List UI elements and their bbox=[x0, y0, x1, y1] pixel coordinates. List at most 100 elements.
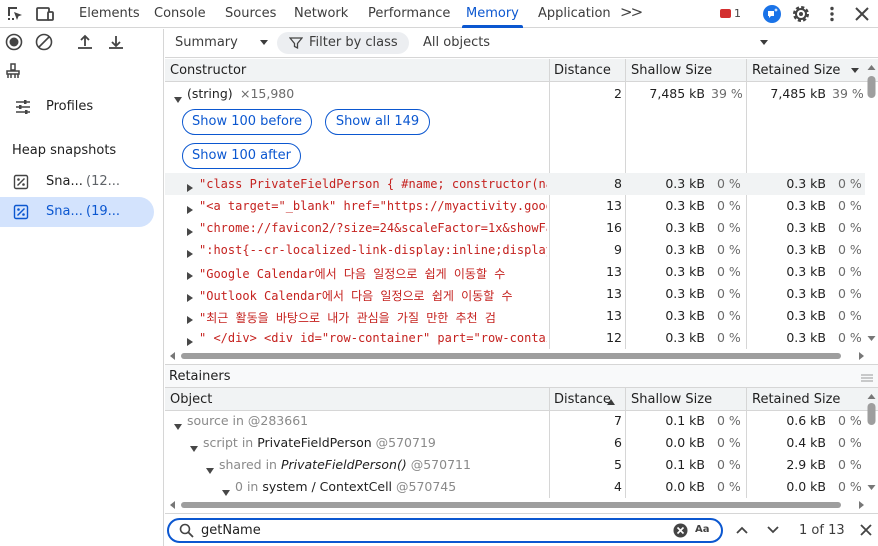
table-row[interactable]: "Outlook Calendar에서 다음 일정으로 쉽게 이동할 수 13 0.… bbox=[165, 283, 865, 305]
constructor-grid: Constructor Distance Shallow Size Retain… bbox=[165, 59, 878, 364]
retained-size-percent: 39 % bbox=[832, 86, 864, 101]
col-retained-size[interactable]: Retained Size bbox=[752, 392, 840, 407]
view-select-chevron-icon[interactable] bbox=[260, 40, 268, 45]
tab-sources[interactable]: Sources bbox=[225, 0, 276, 28]
snapshot-item-1[interactable]: Sna... (12... bbox=[0, 167, 154, 197]
col-object[interactable]: Object bbox=[170, 392, 212, 407]
retained-size-value: 0.6 kB bbox=[786, 413, 826, 428]
tab-network[interactable]: Network bbox=[294, 0, 348, 28]
retainer-in: in bbox=[241, 435, 254, 450]
constructor-grid-header: Constructor Distance Shallow Size Retain… bbox=[165, 59, 878, 82]
collapsed-triangle-icon[interactable] bbox=[187, 290, 193, 305]
show-all-button[interactable]: Show all 149 bbox=[325, 109, 430, 135]
show-100-after-button[interactable]: Show 100 after bbox=[182, 143, 301, 169]
table-row[interactable]: " </div> <div id="row-container" part="r… bbox=[165, 327, 865, 349]
more-options-icon[interactable] bbox=[822, 4, 842, 24]
clear-search-icon[interactable] bbox=[673, 523, 688, 541]
collect-garbage-icon[interactable] bbox=[4, 62, 22, 80]
snapshot-item-2[interactable]: Sna... (19... bbox=[0, 197, 154, 227]
collapsed-triangle-icon[interactable] bbox=[187, 334, 193, 349]
expanded-triangle-icon[interactable] bbox=[174, 418, 182, 433]
table-row[interactable]: "<a target="_blank" href="https://myacti… bbox=[165, 195, 865, 217]
expanded-triangle-icon[interactable] bbox=[222, 484, 230, 499]
panel-resize-handle-icon[interactable] bbox=[861, 371, 873, 386]
retainer-row[interactable]: 0 in system / ContextCell @570745 4 0.0 kB… bbox=[165, 476, 865, 498]
collapsed-triangle-icon[interactable] bbox=[187, 180, 193, 195]
tab-console[interactable]: Console bbox=[154, 0, 206, 28]
collapsed-triangle-icon[interactable] bbox=[187, 202, 193, 217]
tab-application[interactable]: Application bbox=[538, 0, 611, 28]
object-scope-select[interactable]: All objects bbox=[423, 35, 490, 50]
heap-snapshot-icon bbox=[12, 203, 30, 221]
clear-profiles-icon[interactable] bbox=[35, 33, 53, 51]
table-row[interactable]: "class PrivateFieldPerson { #name; const… bbox=[165, 173, 865, 195]
profiles-section[interactable]: Profiles bbox=[14, 95, 154, 119]
retained-size-percent: 0 % bbox=[838, 176, 862, 191]
error-count-badge[interactable]: 1 bbox=[720, 7, 741, 20]
table-row[interactable]: "chrome://favicon2/?size=24&scaleFactor=… bbox=[165, 217, 865, 239]
retainers-horizontal-scrollbar[interactable] bbox=[169, 498, 865, 509]
table-row[interactable]: "최근 활동을 바탕으로 내가 관심을 가질 만한 추천 검 13 0.3 kB 0 … bbox=[165, 305, 865, 327]
device-toolbar-icon[interactable] bbox=[35, 4, 55, 24]
retainers-title: Retainers bbox=[169, 369, 231, 384]
string-value: "<a target="_blank" href="https://myacti… bbox=[199, 199, 547, 213]
load-profile-icon[interactable] bbox=[76, 33, 94, 51]
string-value: "최근 활동을 바탕으로 내가 관심을 가질 만한 추천 검 bbox=[199, 311, 496, 325]
col-shallow-size[interactable]: Shallow Size bbox=[631, 63, 712, 78]
retainer-row[interactable]: shared in PrivateFieldPerson() @570711 5 0… bbox=[165, 454, 865, 476]
close-devtools-icon[interactable] bbox=[852, 4, 872, 24]
expanded-triangle-icon[interactable] bbox=[190, 440, 198, 455]
tab-elements[interactable]: Elements bbox=[79, 0, 140, 28]
retained-size-percent: 0 % bbox=[838, 413, 862, 428]
retained-size-percent: 0 % bbox=[838, 308, 862, 323]
collapsed-triangle-icon[interactable] bbox=[187, 246, 193, 261]
match-case-button[interactable]: Aa bbox=[695, 524, 710, 535]
col-retained-size[interactable]: Retained Size bbox=[752, 63, 840, 78]
more-tabs-chevron-icon[interactable]: >> bbox=[620, 3, 643, 21]
object-scope-chevron-icon[interactable] bbox=[760, 40, 768, 45]
col-distance[interactable]: Distance bbox=[554, 392, 611, 407]
show-100-before-button[interactable]: Show 100 before bbox=[182, 109, 312, 135]
collapsed-triangle-icon[interactable] bbox=[187, 268, 193, 283]
expanded-triangle-icon[interactable] bbox=[174, 91, 182, 106]
table-row[interactable]: "Google Calendar에서 다음 일정으로 쉽게 이동할 수 13 0.3… bbox=[165, 261, 865, 283]
shallow-size-percent: 0 % bbox=[717, 242, 741, 257]
class-filter-input[interactable]: Filter by class bbox=[277, 32, 409, 54]
retainer-property: 0 bbox=[235, 479, 243, 494]
save-profile-icon[interactable] bbox=[107, 33, 125, 51]
collapsed-triangle-icon[interactable] bbox=[187, 312, 193, 327]
constructor-horizontal-scrollbar[interactable] bbox=[169, 349, 865, 360]
retainer-id: @570711 bbox=[410, 457, 471, 472]
inspect-element-icon[interactable] bbox=[5, 4, 25, 24]
ai-assistance-icon[interactable] bbox=[762, 4, 782, 24]
previous-match-icon[interactable] bbox=[735, 523, 749, 540]
retainer-id: @570745 bbox=[396, 479, 457, 494]
view-select[interactable]: Summary bbox=[175, 35, 238, 50]
settings-gear-icon[interactable] bbox=[791, 4, 811, 24]
search-input[interactable]: getName Aa bbox=[167, 518, 723, 543]
table-row[interactable]: ":host{--cr-localized-link-display:inlin… bbox=[165, 239, 865, 261]
close-search-icon[interactable] bbox=[859, 523, 873, 540]
tab-performance[interactable]: Performance bbox=[368, 0, 450, 28]
constructor-vertical-scrollbar[interactable] bbox=[867, 59, 876, 347]
next-match-icon[interactable] bbox=[766, 523, 780, 540]
col-constructor[interactable]: Constructor bbox=[170, 63, 246, 78]
expanded-triangle-icon[interactable] bbox=[206, 462, 214, 477]
tab-memory[interactable]: Memory bbox=[462, 0, 523, 28]
shallow-size-value: 0.3 kB bbox=[665, 176, 705, 191]
record-heap-snapshot-icon[interactable] bbox=[5, 33, 23, 51]
retained-size-percent: 0 % bbox=[838, 242, 862, 257]
constructor-group-row[interactable]: (string) ×15,980 2 7,485 kB 39 % 7,485 k… bbox=[165, 83, 865, 105]
retainers-vertical-scrollbar[interactable] bbox=[867, 388, 876, 496]
collapsed-triangle-icon[interactable] bbox=[187, 224, 193, 239]
retainer-row[interactable]: script in PrivateFieldPerson @570719 6 0.0… bbox=[165, 432, 865, 454]
instance-count: ×15,980 bbox=[240, 86, 295, 101]
retainer-row[interactable]: source in @283661 7 0.1 kB 0 % 0.6 kB 0 % bbox=[165, 410, 865, 432]
snapshot-name: Sna... bbox=[46, 174, 83, 189]
string-value: "Outlook Calendar에서 다음 일정으로 쉽게 이동할 수 bbox=[199, 289, 513, 303]
shallow-size-value: 0.3 kB bbox=[665, 308, 705, 323]
col-shallow-size[interactable]: Shallow Size bbox=[631, 392, 712, 407]
shallow-size-value: 0.3 kB bbox=[665, 220, 705, 235]
devtools-tab-bar: Elements Console Sources Network Perform… bbox=[0, 0, 878, 28]
col-distance[interactable]: Distance bbox=[554, 63, 611, 78]
